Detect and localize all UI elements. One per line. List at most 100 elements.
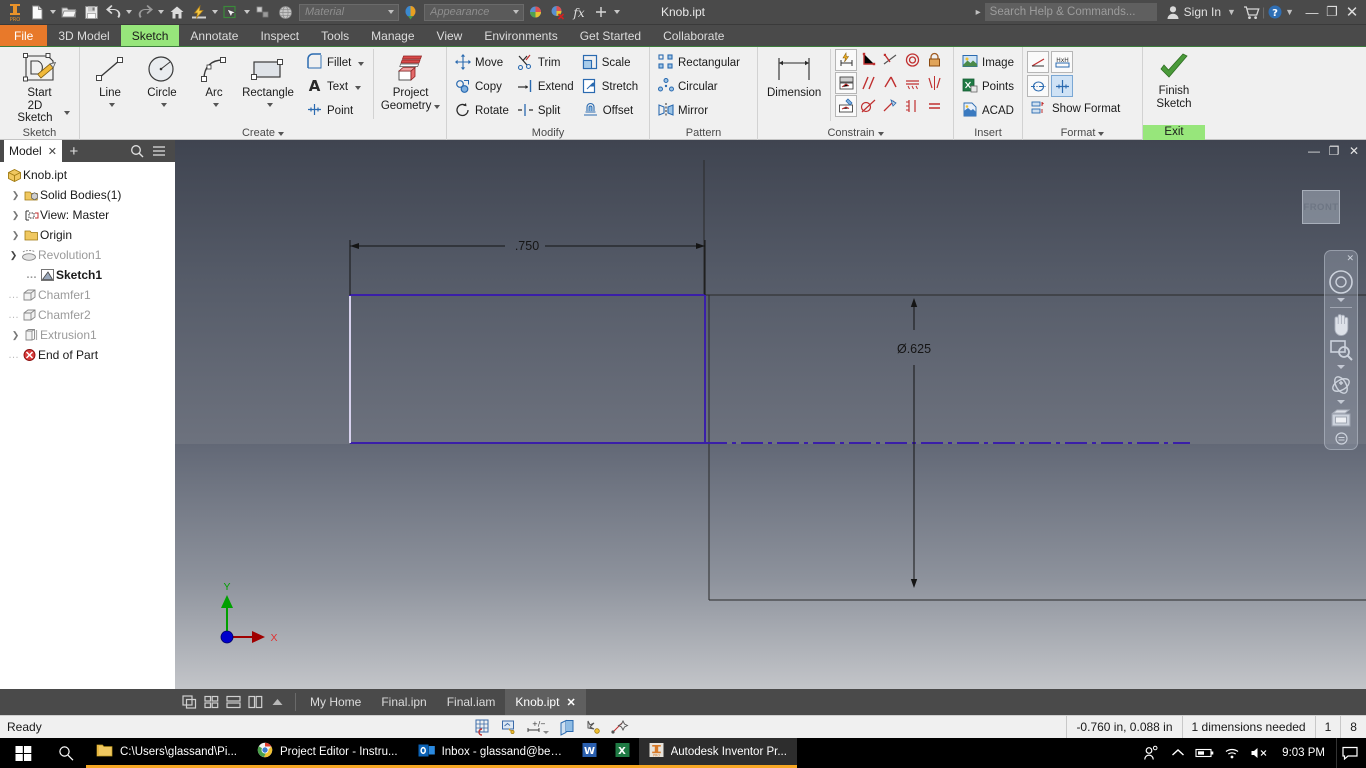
offset-button[interactable]: Offset [578, 99, 642, 123]
qat-overflow-dropdown[interactable] [612, 1, 622, 23]
taskbar-clock[interactable]: 9:03 PM [1274, 747, 1333, 759]
horizontal-split-icon[interactable] [223, 692, 243, 712]
show-hidden-icons-icon[interactable] [1166, 738, 1190, 768]
navbar-settings-icon[interactable] [1326, 432, 1356, 445]
tab-manage[interactable]: Manage [360, 25, 425, 46]
search-expand-arrow-icon[interactable]: ▸ [976, 7, 981, 18]
material-browser-icon[interactable] [399, 1, 421, 23]
help-icon[interactable]: ? [1265, 0, 1285, 25]
clear-appearance-icon[interactable] [546, 1, 568, 23]
tab-file[interactable]: File [0, 25, 48, 46]
tab-inspect[interactable]: Inspect [249, 25, 310, 46]
tab-annotate[interactable]: Annotate [179, 25, 249, 46]
symmetric-constraint-icon[interactable] [923, 72, 945, 94]
redo-arrow-icon[interactable] [134, 1, 156, 23]
rectangle-button[interactable]: Rectangle [240, 49, 296, 110]
tab-view[interactable]: View [426, 25, 474, 46]
people-icon[interactable] [1139, 738, 1163, 768]
zoom-dropdown-icon[interactable] [1326, 363, 1356, 371]
graphics-viewport[interactable]: — ❐ ✕ .750 Ø.625 Y X FRONT ✕ [175, 140, 1366, 689]
doc-tab-close-icon[interactable]: ✕ [566, 696, 575, 709]
undo-dropdown[interactable] [124, 1, 134, 23]
center-point-icon[interactable] [1051, 75, 1073, 97]
circle-dropdown-icon[interactable] [158, 98, 167, 111]
fillet-dropdown-icon[interactable] [355, 57, 364, 69]
orbit-icon[interactable] [1326, 373, 1356, 397]
constraint-settings-icon[interactable] [835, 95, 858, 117]
tile-windows-icon[interactable] [179, 692, 199, 712]
arc-button[interactable]: Arc [188, 49, 240, 110]
taskbar-item-chrome[interactable]: Project Editor - Instru... [246, 738, 408, 768]
close-icon[interactable]: ✕ [48, 145, 57, 158]
parallel-constraint-icon[interactable] [857, 72, 879, 94]
start-2d-sketch-button[interactable]: Start 2D Sketch [4, 49, 75, 125]
auto-dimension-icon[interactable] [835, 49, 858, 71]
steering-wheel-dropdown-icon[interactable] [1326, 296, 1356, 304]
tab-environments[interactable]: Environments [473, 25, 568, 46]
driven-dimension-icon[interactable]: HxH [1051, 51, 1073, 73]
show-constraints-icon[interactable] [835, 72, 858, 94]
move-button[interactable]: Move [451, 51, 513, 75]
browser-tab-model[interactable]: Model ✕ [4, 140, 62, 162]
scale-button[interactable]: Scale [578, 51, 642, 75]
doc-minimize-button[interactable]: — [1304, 142, 1324, 160]
grid-snap-icon[interactable] [473, 717, 493, 737]
lock-constraint-icon[interactable] [923, 49, 945, 71]
tree-item-chamfer1[interactable]: … Chamfer1 [3, 285, 175, 305]
rectangular-pattern-button[interactable]: Rectangular [654, 51, 744, 75]
sign-in-dropdown-icon[interactable]: ▼ [1227, 7, 1236, 17]
coincident-constraint-icon[interactable] [879, 72, 901, 94]
tree-item-solid-bodies[interactable]: ❯ Solid Bodies(1) [3, 185, 175, 205]
taskbar-search-icon[interactable] [46, 738, 86, 768]
taskbar-item-word[interactable]: W [572, 738, 606, 768]
construction-line-icon[interactable] [1027, 51, 1049, 73]
search-icon[interactable] [128, 142, 146, 160]
view-cube[interactable]: FRONT [1302, 190, 1340, 224]
select-cursor-icon[interactable] [220, 1, 242, 23]
concentric-constraint-icon[interactable] [901, 49, 923, 71]
tree-item-end-of-part[interactable]: … End of Part [3, 345, 175, 365]
image-button[interactable]: Image [958, 51, 1018, 75]
navbar-close-icon[interactable]: ✕ [1346, 253, 1354, 264]
auto-project-edges-icon[interactable] [583, 717, 603, 737]
tangent-constraint-icon[interactable] [879, 49, 901, 71]
finish-sketch-button[interactable]: Finish Sketch [1148, 49, 1200, 110]
grid-view-icon[interactable] [201, 692, 221, 712]
tree-item-revolution1[interactable]: ❯ Revolution1 [3, 245, 175, 265]
open-folder-icon[interactable] [58, 1, 80, 23]
format-panel-expand-icon[interactable] [1098, 127, 1104, 139]
tab-tools[interactable]: Tools [310, 25, 360, 46]
point-button[interactable]: Point [302, 99, 368, 123]
chevron-right-icon[interactable]: ❯ [9, 210, 22, 221]
relax-mode-dropdown-icon[interactable] [543, 731, 550, 734]
wifi-icon[interactable] [1220, 738, 1244, 768]
points-button[interactable]: Points [958, 75, 1018, 99]
smooth-constraint-icon[interactable] [857, 95, 879, 117]
taskbar-item-file-explorer[interactable]: C:\Users\glassand\Pi... [86, 738, 247, 768]
auto-project-origin-icon[interactable] [609, 717, 629, 737]
slice-graphics-icon[interactable] [557, 717, 577, 737]
new-document-icon[interactable] [26, 1, 48, 23]
extend-button[interactable]: Extend [513, 75, 578, 99]
taskbar-item-excel[interactable]: X [605, 738, 639, 768]
hamburger-menu-icon[interactable] [150, 142, 168, 160]
appearance-selector[interactable]: Appearance [424, 3, 524, 21]
return-blocks-icon[interactable] [252, 1, 274, 23]
doc-tab-final-ipn[interactable]: Final.ipn [371, 689, 436, 715]
help-dropdown-icon[interactable]: ▼ [1285, 7, 1294, 17]
tree-item-extrusion1[interactable]: ❯ Extrusion1 [3, 325, 175, 345]
chevron-right-icon[interactable]: ❯ [9, 230, 22, 241]
line-button[interactable]: Line [84, 49, 136, 110]
circular-pattern-button[interactable]: Circular [654, 75, 744, 99]
tab-get-started[interactable]: Get Started [569, 25, 652, 46]
redo-dropdown[interactable] [156, 1, 166, 23]
undo-arrow-icon[interactable] [102, 1, 124, 23]
relax-mode-icon[interactable]: +/− [525, 717, 550, 737]
tab-3d-model[interactable]: 3D Model [47, 25, 120, 46]
constrain-panel-expand-icon[interactable] [878, 127, 884, 139]
stretch-button[interactable]: Stretch [578, 75, 642, 99]
start-2d-sketch-dropdown-icon[interactable] [61, 106, 70, 119]
perpendicular-constraint-icon[interactable] [857, 49, 879, 71]
doc-close-button[interactable]: ✕ [1344, 142, 1364, 160]
collinear-constraint-icon[interactable] [901, 72, 923, 94]
